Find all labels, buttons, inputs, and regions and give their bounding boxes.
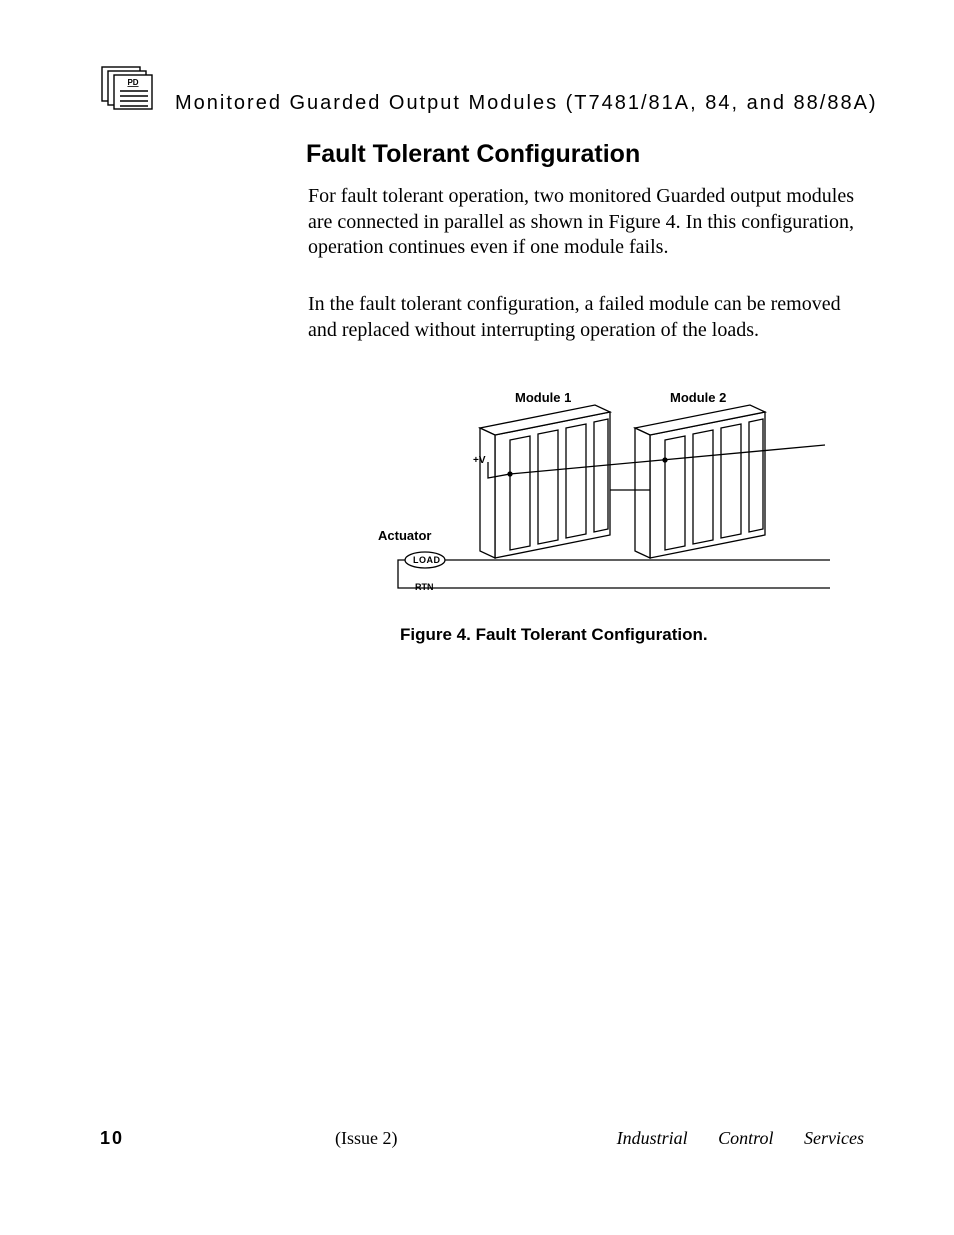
fault-tolerant-diagram-icon: [360, 390, 860, 600]
body-paragraph-1: For fault tolerant operation, two monito…: [308, 184, 868, 261]
pd-stack-icon: PD: [100, 65, 160, 120]
page: PD Monitored Guarded Output Modules (T74…: [0, 0, 954, 1235]
module-1-label: Module 1: [515, 390, 571, 405]
load-label: LOAD: [413, 555, 441, 565]
body-paragraph-2: In the fault tolerant configuration, a f…: [308, 292, 868, 343]
section-heading: Fault Tolerant Configuration: [306, 140, 640, 169]
rtn-label: RTN: [415, 582, 434, 592]
issue-label: (Issue 2): [335, 1128, 397, 1149]
figure-4: Module 1 Module 2 Actuator +V LOAD RTN: [360, 390, 860, 610]
figure-caption: Figure 4. Fault Tolerant Configuration.: [400, 625, 708, 645]
footer-right-text: Industrial Control Services: [617, 1128, 864, 1149]
actuator-label: Actuator: [378, 528, 431, 543]
page-number: 10: [100, 1128, 124, 1149]
svg-text:PD: PD: [127, 78, 138, 87]
plus-v-label: +V: [473, 455, 486, 466]
module-2-label: Module 2: [670, 390, 726, 405]
running-header: Monitored Guarded Output Modules (T7481/…: [175, 92, 878, 115]
